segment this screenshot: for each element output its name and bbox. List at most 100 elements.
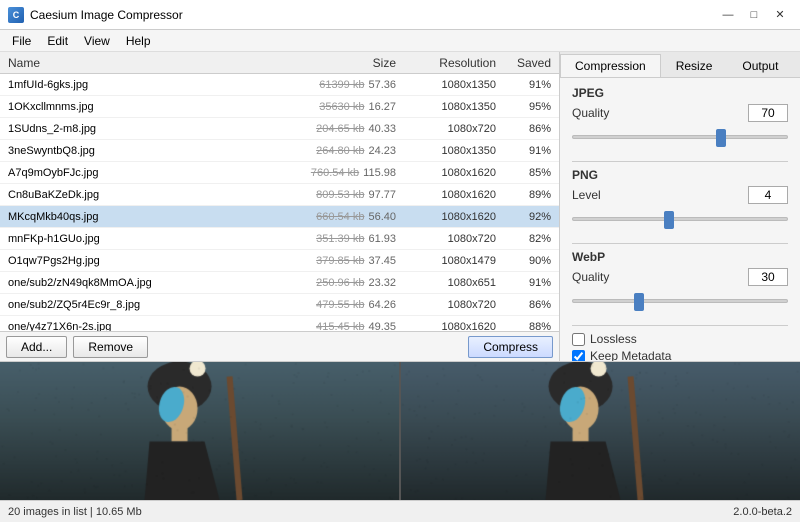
cell-resolution: 1080x1620 xyxy=(400,167,500,179)
tab-output[interactable]: Output xyxy=(727,54,793,77)
cell-saved: 91% xyxy=(500,79,555,91)
cell-size: 250.96 kb23.32 xyxy=(290,277,400,289)
cell-saved: 85% xyxy=(500,167,555,179)
jpeg-quality-slider[interactable] xyxy=(572,128,788,146)
table-row[interactable]: one/sub2/ZQ5r4Ec9r_8.jpg 479.55 kb64.26 … xyxy=(0,294,559,316)
webp-quality-input[interactable] xyxy=(748,268,788,286)
remove-button[interactable]: Remove xyxy=(73,336,148,358)
keep-metadata-checkbox[interactable] xyxy=(572,350,585,362)
preview-section xyxy=(0,362,800,500)
webp-quality-row: Quality xyxy=(572,268,788,286)
cell-resolution: 1080x1350 xyxy=(400,79,500,91)
table-row[interactable]: 1mfUId-6gks.jpg 61399 kb57.36 1080x1350 … xyxy=(0,74,559,96)
cell-name: O1qw7Pgs2Hg.jpg xyxy=(4,255,290,267)
cell-name: mnFKp-h1GUo.jpg xyxy=(4,233,290,245)
webp-quality-slider[interactable] xyxy=(572,292,788,310)
tab-compression[interactable]: Compression xyxy=(560,54,661,77)
menu-help[interactable]: Help xyxy=(118,30,159,51)
cell-saved: 95% xyxy=(500,101,555,113)
table-row[interactable]: one/sub2/zN49qk8MmOA.jpg 250.96 kb23.32 … xyxy=(0,272,559,294)
menu-file[interactable]: File xyxy=(4,30,39,51)
right-panel: Compression Resize Output JPEG Quality P… xyxy=(560,52,800,361)
minimize-button[interactable]: — xyxy=(716,6,740,24)
lossless-label: Lossless xyxy=(590,332,637,346)
cell-name: MKcqMkb40qs.jpg xyxy=(4,211,290,223)
table-row[interactable]: one/y4z71X6n-2s.jpg 415.45 kb49.35 1080x… xyxy=(0,316,559,331)
preview-canvas-left xyxy=(0,362,399,500)
table-row[interactable]: 3neSwyntbQ8.jpg 264.80 kb24.23 1080x1350… xyxy=(0,140,559,162)
lossless-row: Lossless xyxy=(572,332,788,346)
window-controls: — □ ✕ xyxy=(716,6,792,24)
cell-name: 1SUdns_2-m8.jpg xyxy=(4,123,290,135)
cell-saved: 91% xyxy=(500,145,555,157)
cell-resolution: 1080x720 xyxy=(400,123,500,135)
cell-resolution: 1080x1620 xyxy=(400,211,500,223)
table-row[interactable]: MKcqMkb40qs.jpg 660.54 kb56.40 1080x1620… xyxy=(0,206,559,228)
status-bar: 20 images in list | 10.65 Mb 2.0.0-beta.… xyxy=(0,500,800,522)
table-row[interactable]: 1SUdns_2-m8.jpg 204.65 kb40.33 1080x720 … xyxy=(0,118,559,140)
keep-metadata-label: Keep Metadata xyxy=(590,349,671,361)
table-row[interactable]: mnFKp-h1GUo.jpg 351.39 kb61.93 1080x720 … xyxy=(0,228,559,250)
status-right: 2.0.0-beta.2 xyxy=(733,506,792,518)
table-row[interactable]: 1OKxcllmnms.jpg 35630 kb16.27 1080x1350 … xyxy=(0,96,559,118)
jpeg-quality-label: Quality xyxy=(572,106,748,120)
menu-edit[interactable]: Edit xyxy=(39,30,76,51)
cell-name: 1mfUId-6gks.jpg xyxy=(4,79,290,91)
col-resolution: Resolution xyxy=(400,56,500,70)
cell-size: 415.45 kb49.35 xyxy=(290,321,400,332)
cell-resolution: 1080x1350 xyxy=(400,145,500,157)
lossless-checkbox[interactable] xyxy=(572,333,585,346)
bottom-toolbar: Add... Remove Compress xyxy=(0,331,559,361)
cell-saved: 86% xyxy=(500,123,555,135)
cell-size: 379.85 kb37.45 xyxy=(290,255,400,267)
col-size: Size xyxy=(290,56,400,70)
jpeg-quality-row: Quality xyxy=(572,104,788,122)
preview-pane-left xyxy=(0,362,401,500)
webp-section-label: WebP xyxy=(572,250,788,264)
tab-bar: Compression Resize Output xyxy=(560,52,800,78)
cell-saved: 89% xyxy=(500,189,555,201)
cell-saved: 92% xyxy=(500,211,555,223)
menu-bar: File Edit View Help xyxy=(0,30,800,52)
col-name: Name xyxy=(4,56,290,70)
tab-resize[interactable]: Resize xyxy=(661,54,728,77)
file-list-area: Name Size Resolution Saved 1mfUId-6gks.j… xyxy=(0,52,560,361)
cell-size: 35630 kb16.27 xyxy=(290,101,400,113)
close-button[interactable]: ✕ xyxy=(768,6,792,24)
png-level-input[interactable] xyxy=(748,186,788,204)
cell-name: one/y4z71X6n-2s.jpg xyxy=(4,321,290,332)
jpeg-section-label: JPEG xyxy=(572,86,788,100)
table-row[interactable]: O1qw7Pgs2Hg.jpg 379.85 kb37.45 1080x1479… xyxy=(0,250,559,272)
menu-view[interactable]: View xyxy=(76,30,118,51)
jpeg-quality-input[interactable] xyxy=(748,104,788,122)
cell-name: 3neSwyntbQ8.jpg xyxy=(4,145,290,157)
cell-name: A7q9mOybFJc.jpg xyxy=(4,167,290,179)
top-section: Name Size Resolution Saved 1mfUId-6gks.j… xyxy=(0,52,800,362)
cell-saved: 90% xyxy=(500,255,555,267)
maximize-button[interactable]: □ xyxy=(742,6,766,24)
cell-resolution: 1080x1479 xyxy=(400,255,500,267)
webp-quality-label: Quality xyxy=(572,270,748,284)
window-title: Caesium Image Compressor xyxy=(30,8,716,22)
add-button[interactable]: Add... xyxy=(6,336,67,358)
preview-canvas-right xyxy=(401,362,800,500)
cell-resolution: 1080x720 xyxy=(400,299,500,311)
cell-resolution: 1080x1350 xyxy=(400,101,500,113)
file-table-body[interactable]: 1mfUId-6gks.jpg 61399 kb57.36 1080x1350 … xyxy=(0,74,559,331)
cell-resolution: 1080x720 xyxy=(400,233,500,245)
cell-saved: 82% xyxy=(500,233,555,245)
png-level-slider[interactable] xyxy=(572,210,788,228)
cell-size: 660.54 kb56.40 xyxy=(290,211,400,223)
cell-size: 264.80 kb24.23 xyxy=(290,145,400,157)
cell-resolution: 1080x1620 xyxy=(400,189,500,201)
cell-resolution: 1080x1620 xyxy=(400,321,500,332)
cell-saved: 86% xyxy=(500,299,555,311)
app-icon: C xyxy=(8,7,24,23)
compress-button[interactable]: Compress xyxy=(468,336,553,358)
table-row[interactable]: Cn8uBaKZeDk.jpg 809.53 kb97.77 1080x1620… xyxy=(0,184,559,206)
cell-resolution: 1080x651 xyxy=(400,277,500,289)
table-row[interactable]: A7q9mOybFJc.jpg 760.54 kb115.98 1080x162… xyxy=(0,162,559,184)
png-section-label: PNG xyxy=(572,168,788,182)
png-level-row: Level xyxy=(572,186,788,204)
cell-size: 479.55 kb64.26 xyxy=(290,299,400,311)
